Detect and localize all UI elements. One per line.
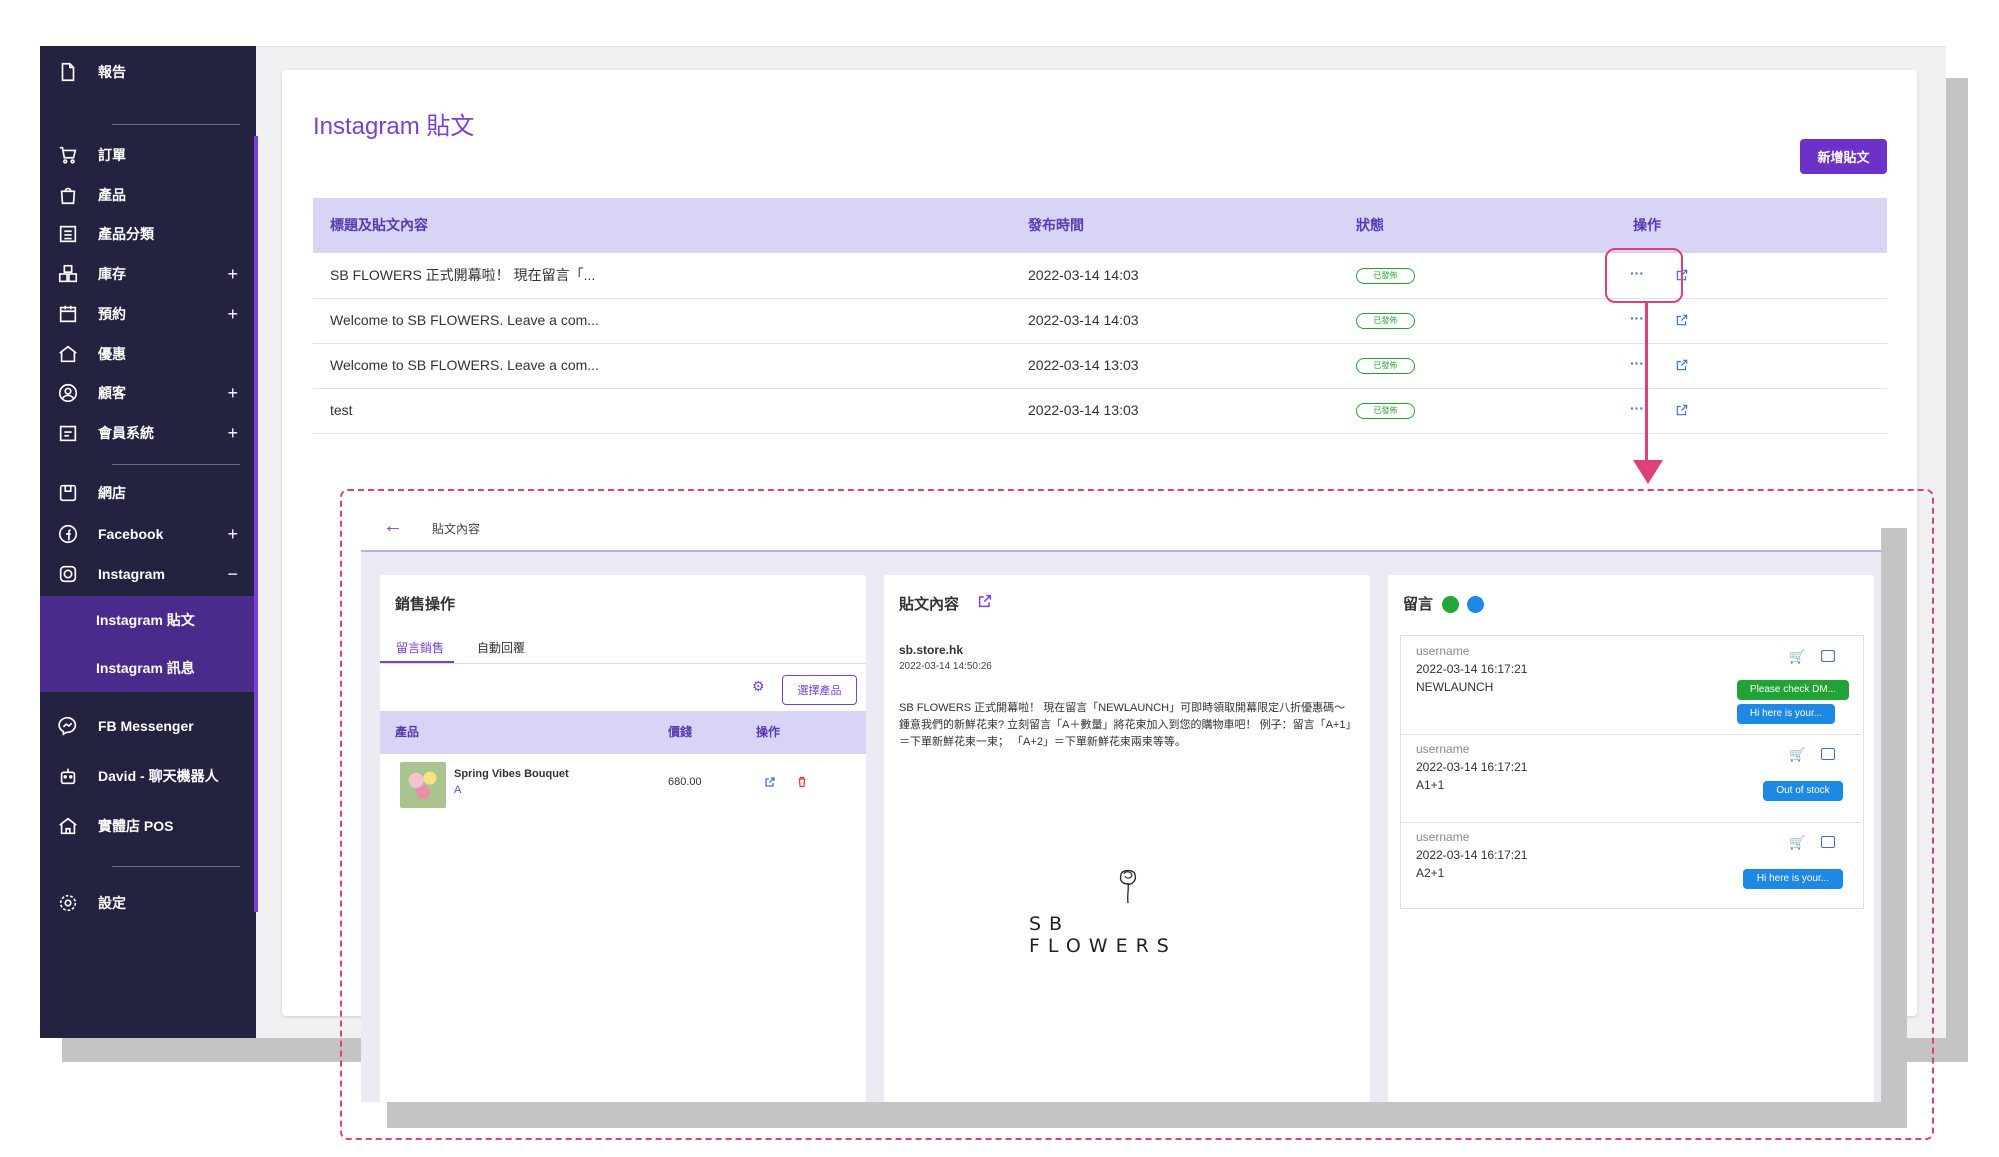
sidebar-item-label: Instagram [98, 566, 165, 582]
table-row[interactable]: test 2022-03-14 13:03 已發佈 ··· [313, 388, 1887, 434]
sidebar-subitem-instagram-posts[interactable]: Instagram 貼文 [40, 596, 256, 644]
sidebar-item-label: 報告 [98, 64, 126, 80]
column-header-status[interactable]: 狀態 [1356, 198, 1384, 253]
sidebar-item-label: 訂單 [98, 147, 126, 163]
post-time: 2022-03-14 14:03 [1028, 267, 1139, 283]
post-time: 2022-03-14 13:03 [1028, 402, 1139, 418]
status-badge: 已發佈 [1356, 358, 1415, 374]
post-time: 2022-03-14 14:03 [1028, 312, 1139, 328]
sidebar-item-fb-messenger[interactable]: FB Messenger [40, 702, 256, 750]
post-content: Welcome to SB FLOWERS. Leave a com... [330, 357, 599, 373]
external-link-icon[interactable] [1675, 313, 1689, 327]
sidebar-item-label: 顧客 [98, 385, 126, 401]
column-header-actions: 操作 [1633, 217, 1661, 233]
post-content: test [330, 402, 353, 418]
more-actions-icon[interactable]: ··· [1630, 343, 1644, 388]
page-title: Instagram 貼文 [313, 113, 475, 140]
sidebar-item-membership[interactable]: 會員系統 + [40, 409, 256, 457]
highlight-box [1605, 248, 1683, 303]
list-icon [56, 222, 80, 246]
settings-icon [56, 891, 80, 915]
callout-dashed-frame [340, 489, 1934, 1140]
expand-icon[interactable]: + [227, 423, 238, 444]
sidebar-item-chatbot[interactable]: David - 聊天機器人 [40, 752, 256, 800]
calendar-icon [56, 302, 80, 326]
callout-arrow-head [1633, 460, 1663, 484]
sidebar-item-settings[interactable]: 設定 [40, 879, 256, 927]
status-badge: 已發佈 [1356, 403, 1415, 419]
new-post-button[interactable]: 新增貼文 [1800, 139, 1887, 174]
post-time: 2022-03-14 13:03 [1028, 357, 1139, 373]
external-link-icon[interactable] [1675, 358, 1689, 372]
sidebar-item-label: 預約 [98, 306, 126, 322]
sidebar-item-label: 網店 [98, 485, 126, 501]
bag-icon [56, 183, 80, 207]
sidebar-item-label: 設定 [98, 895, 126, 911]
divider [112, 124, 240, 125]
column-header-time[interactable]: 發布時間 [1028, 198, 1084, 253]
expand-icon[interactable]: + [227, 383, 238, 404]
expand-icon[interactable]: + [227, 304, 238, 325]
table-row[interactable]: Welcome to SB FLOWERS. Leave a com... 20… [313, 343, 1887, 389]
status-badge: 已發佈 [1356, 268, 1415, 284]
more-actions-icon[interactable]: ··· [1630, 388, 1644, 433]
messenger-icon [56, 714, 80, 738]
sidebar-item-instagram[interactable]: Instagram − [40, 550, 256, 598]
instagram-icon [56, 562, 80, 586]
sidebar-item-label: David - 聊天機器人 [98, 768, 219, 784]
callout-arrow-line [1645, 303, 1648, 463]
divider [112, 866, 240, 867]
pos-icon [56, 814, 80, 838]
user-circle-icon [56, 381, 80, 405]
sidebar-item-label: 產品分類 [98, 226, 154, 242]
external-link-icon[interactable] [1675, 403, 1689, 417]
column-header-content[interactable]: 標題及貼文內容 [330, 198, 428, 253]
status-badge: 已發佈 [1356, 313, 1415, 329]
boxes-icon [56, 262, 80, 286]
sidebar-item-pos[interactable]: 實體店 POS [40, 802, 256, 850]
sidebar-item-reports[interactable]: 報告 [40, 48, 256, 96]
sidebar-item-label: 會員系統 [98, 425, 154, 441]
post-content: Welcome to SB FLOWERS. Leave a com... [330, 312, 599, 328]
sidebar: 報告 訂單 產品 產品分類 庫存 + 預約 + 優惠 顧客 + 會員系統 + 網… [40, 46, 256, 1038]
member-card-icon [56, 421, 80, 445]
expand-icon[interactable]: + [227, 524, 238, 545]
sidebar-item-label: FB Messenger [98, 718, 194, 734]
sidebar-item-label: 庫存 [98, 266, 126, 282]
sidebar-item-label: 實體店 POS [98, 818, 174, 834]
sidebar-item-label: Facebook [98, 526, 164, 542]
sidebar-item-label: 優惠 [98, 346, 126, 362]
sidebar-subitem-instagram-messages[interactable]: Instagram 訊息 [40, 644, 256, 692]
post-content: SB FLOWERS 正式開幕啦！ 現在留言「... [330, 267, 596, 283]
robot-icon [56, 764, 80, 788]
collapse-icon[interactable]: − [227, 564, 238, 585]
divider [112, 464, 240, 465]
file-icon [56, 60, 80, 84]
table-row[interactable]: Welcome to SB FLOWERS. Leave a com... 20… [313, 298, 1887, 344]
sidebar-accent [254, 136, 258, 912]
table-header: 標題及貼文內容 發布時間 狀態 操作 [313, 198, 1887, 253]
sidebar-subitem-label: Instagram 訊息 [96, 660, 195, 676]
expand-icon[interactable]: + [227, 264, 238, 285]
sidebar-subitem-label: Instagram 貼文 [96, 612, 195, 628]
store-icon [56, 481, 80, 505]
more-actions-icon[interactable]: ··· [1630, 298, 1644, 343]
facebook-icon [56, 522, 80, 546]
home-tag-icon [56, 342, 80, 366]
cart-icon [56, 143, 80, 167]
sidebar-item-label: 產品 [98, 187, 126, 203]
